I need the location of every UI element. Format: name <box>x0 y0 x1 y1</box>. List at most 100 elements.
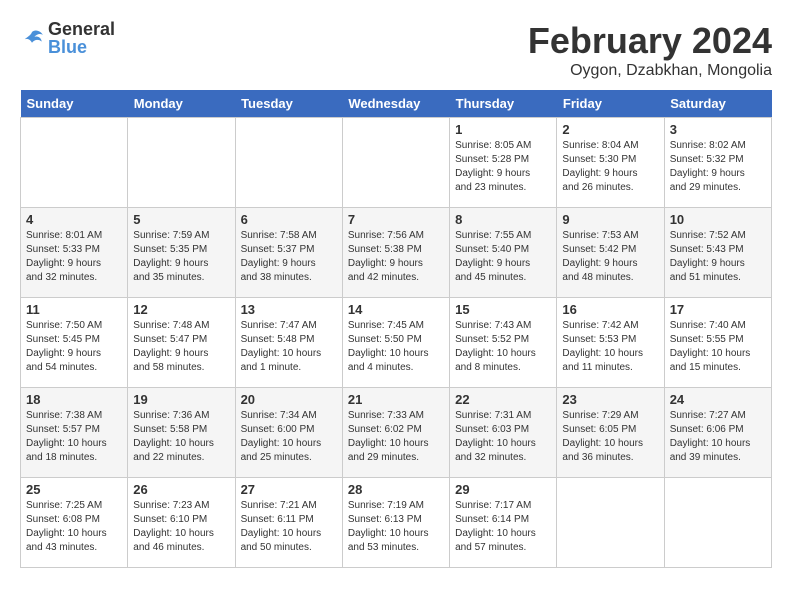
calendar-cell: 18Sunrise: 7:38 AM Sunset: 5:57 PM Dayli… <box>21 388 128 478</box>
day-info: Sunrise: 7:29 AM Sunset: 6:05 PM Dayligh… <box>562 409 658 465</box>
calendar-cell: 24Sunrise: 7:27 AM Sunset: 6:06 PM Dayli… <box>664 388 771 478</box>
day-number: 18 <box>26 392 122 407</box>
calendar-cell: 20 Sunrise: 7:34 AM Sunset: 6:00 PM Dayli… <box>235 388 342 478</box>
day-number: 28 <box>348 482 444 497</box>
calendar-cell <box>664 478 771 568</box>
calendar-cell: 14 Sunrise: 7:45 AM Sunset: 5:50 PM Dayli… <box>342 298 449 388</box>
day-number: 24 <box>670 392 766 407</box>
day-info: Sunrise: 7:31 AM Sunset: 6:03 PM Dayligh… <box>455 409 551 465</box>
day-number: 21 <box>348 392 444 407</box>
calendar-cell: 8 Sunrise: 7:55 AM Sunset: 5:40 PM Daylig… <box>450 208 557 298</box>
calendar-table: SundayMondayTuesdayWednesdayThursdayFrid… <box>20 90 772 568</box>
day-number: 11 <box>26 302 122 317</box>
day-number: 23 <box>562 392 658 407</box>
calendar-cell: 27 Sunrise: 7:21 AM Sunset: 6:11 PM Dayli… <box>235 478 342 568</box>
calendar-cell: 28 Sunrise: 7:19 AM Sunset: 6:13 PM Dayli… <box>342 478 449 568</box>
calendar-cell: 6 Sunrise: 7:58 AM Sunset: 5:37 PM Daylig… <box>235 208 342 298</box>
calendar-cell: 13 Sunrise: 7:47 AM Sunset: 5:48 PM Dayli… <box>235 298 342 388</box>
day-number: 6 <box>241 212 337 227</box>
header-tuesday: Tuesday <box>235 90 342 118</box>
calendar-cell: 4 Sunrise: 8:01 AM Sunset: 5:33 PM Daylig… <box>21 208 128 298</box>
day-info: Sunrise: 7:56 AM Sunset: 5:38 PM Dayligh… <box>348 229 444 285</box>
week-row-2: 4 Sunrise: 8:01 AM Sunset: 5:33 PM Daylig… <box>21 208 772 298</box>
calendar-cell <box>557 478 664 568</box>
day-info: Sunrise: 7:55 AM Sunset: 5:40 PM Dayligh… <box>455 229 551 285</box>
calendar-cell: 9Sunrise: 7:53 AM Sunset: 5:42 PM Daylig… <box>557 208 664 298</box>
calendar-cell: 26 Sunrise: 7:23 AM Sunset: 6:10 PM Dayli… <box>128 478 235 568</box>
day-info: Sunrise: 7:40 AM Sunset: 5:55 PM Dayligh… <box>670 319 766 375</box>
calendar-cell: 16 Sunrise: 7:42 AM Sunset: 5:53 PM Dayli… <box>557 298 664 388</box>
calendar-cell: 3 Sunrise: 8:02 AM Sunset: 5:32 PM Daylig… <box>664 118 771 208</box>
logo-bird-icon <box>20 26 44 50</box>
day-info: Sunrise: 8:02 AM Sunset: 5:32 PM Dayligh… <box>670 139 766 195</box>
day-number: 29 <box>455 482 551 497</box>
day-info: Sunrise: 7:42 AM Sunset: 5:53 PM Dayligh… <box>562 319 658 375</box>
week-row-3: 11 Sunrise: 7:50 AM Sunset: 5:45 PM Dayli… <box>21 298 772 388</box>
calendar-cell: 5 Sunrise: 7:59 AM Sunset: 5:35 PM Daylig… <box>128 208 235 298</box>
day-info: Sunrise: 7:53 AM Sunset: 5:42 PM Dayligh… <box>562 229 658 285</box>
day-number: 8 <box>455 212 551 227</box>
day-number: 19 <box>133 392 229 407</box>
day-number: 5 <box>133 212 229 227</box>
header-friday: Friday <box>557 90 664 118</box>
day-info: Sunrise: 7:23 AM Sunset: 6:10 PM Dayligh… <box>133 499 229 555</box>
location: Oygon, Dzabkhan, Mongolia <box>528 62 772 80</box>
day-number: 1 <box>455 122 551 137</box>
day-number: 2 <box>562 122 658 137</box>
day-info: Sunrise: 7:50 AM Sunset: 5:45 PM Dayligh… <box>26 319 122 375</box>
day-number: 25 <box>26 482 122 497</box>
day-number: 3 <box>670 122 766 137</box>
header-wednesday: Wednesday <box>342 90 449 118</box>
day-info: Sunrise: 7:47 AM Sunset: 5:48 PM Dayligh… <box>241 319 337 375</box>
day-number: 4 <box>26 212 122 227</box>
day-number: 27 <box>241 482 337 497</box>
header-saturday: Saturday <box>664 90 771 118</box>
day-info: Sunrise: 8:05 AM Sunset: 5:28 PM Dayligh… <box>455 139 551 195</box>
day-info: Sunrise: 7:17 AM Sunset: 6:14 PM Dayligh… <box>455 499 551 555</box>
day-number: 14 <box>348 302 444 317</box>
day-number: 26 <box>133 482 229 497</box>
logo: General Blue <box>20 20 115 56</box>
calendar-cell <box>21 118 128 208</box>
day-number: 13 <box>241 302 337 317</box>
day-info: Sunrise: 7:34 AM Sunset: 6:00 PM Dayligh… <box>241 409 337 465</box>
title-section: February 2024 Oygon, Dzabkhan, Mongolia <box>528 20 772 80</box>
calendar-cell: 12Sunrise: 7:48 AM Sunset: 5:47 PM Dayli… <box>128 298 235 388</box>
month-title: February 2024 <box>528 20 772 62</box>
calendar-cell: 19Sunrise: 7:36 AM Sunset: 5:58 PM Dayli… <box>128 388 235 478</box>
header-thursday: Thursday <box>450 90 557 118</box>
day-info: Sunrise: 7:21 AM Sunset: 6:11 PM Dayligh… <box>241 499 337 555</box>
day-number: 16 <box>562 302 658 317</box>
day-number: 22 <box>455 392 551 407</box>
calendar-cell: 2 Sunrise: 8:04 AM Sunset: 5:30 PM Daylig… <box>557 118 664 208</box>
calendar-cell: 25Sunrise: 7:25 AM Sunset: 6:08 PM Dayli… <box>21 478 128 568</box>
day-info: Sunrise: 8:04 AM Sunset: 5:30 PM Dayligh… <box>562 139 658 195</box>
day-number: 7 <box>348 212 444 227</box>
day-info: Sunrise: 7:59 AM Sunset: 5:35 PM Dayligh… <box>133 229 229 285</box>
day-info: Sunrise: 7:19 AM Sunset: 6:13 PM Dayligh… <box>348 499 444 555</box>
calendar-cell: 22 Sunrise: 7:31 AM Sunset: 6:03 PM Dayli… <box>450 388 557 478</box>
day-info: Sunrise: 7:43 AM Sunset: 5:52 PM Dayligh… <box>455 319 551 375</box>
calendar-cell <box>128 118 235 208</box>
day-info: Sunrise: 7:45 AM Sunset: 5:50 PM Dayligh… <box>348 319 444 375</box>
calendar-cell <box>235 118 342 208</box>
calendar-cell: 1 Sunrise: 8:05 AM Sunset: 5:28 PM Daylig… <box>450 118 557 208</box>
day-info: Sunrise: 7:33 AM Sunset: 6:02 PM Dayligh… <box>348 409 444 465</box>
day-number: 20 <box>241 392 337 407</box>
calendar-cell: 15 Sunrise: 7:43 AM Sunset: 5:52 PM Dayli… <box>450 298 557 388</box>
day-number: 15 <box>455 302 551 317</box>
day-info: Sunrise: 7:58 AM Sunset: 5:37 PM Dayligh… <box>241 229 337 285</box>
day-number: 17 <box>670 302 766 317</box>
logo-text: General Blue <box>48 20 115 56</box>
page-header: General Blue February 2024 Oygon, Dzabkh… <box>20 20 772 80</box>
calendar-cell: 11 Sunrise: 7:50 AM Sunset: 5:45 PM Dayli… <box>21 298 128 388</box>
logo-general: General <box>48 20 115 38</box>
calendar-cell <box>342 118 449 208</box>
header-monday: Monday <box>128 90 235 118</box>
calendar-header-row: SundayMondayTuesdayWednesdayThursdayFrid… <box>21 90 772 118</box>
day-info: Sunrise: 8:01 AM Sunset: 5:33 PM Dayligh… <box>26 229 122 285</box>
calendar-cell: 23 Sunrise: 7:29 AM Sunset: 6:05 PM Dayli… <box>557 388 664 478</box>
day-info: Sunrise: 7:52 AM Sunset: 5:43 PM Dayligh… <box>670 229 766 285</box>
logo-blue: Blue <box>48 38 115 56</box>
day-number: 12 <box>133 302 229 317</box>
